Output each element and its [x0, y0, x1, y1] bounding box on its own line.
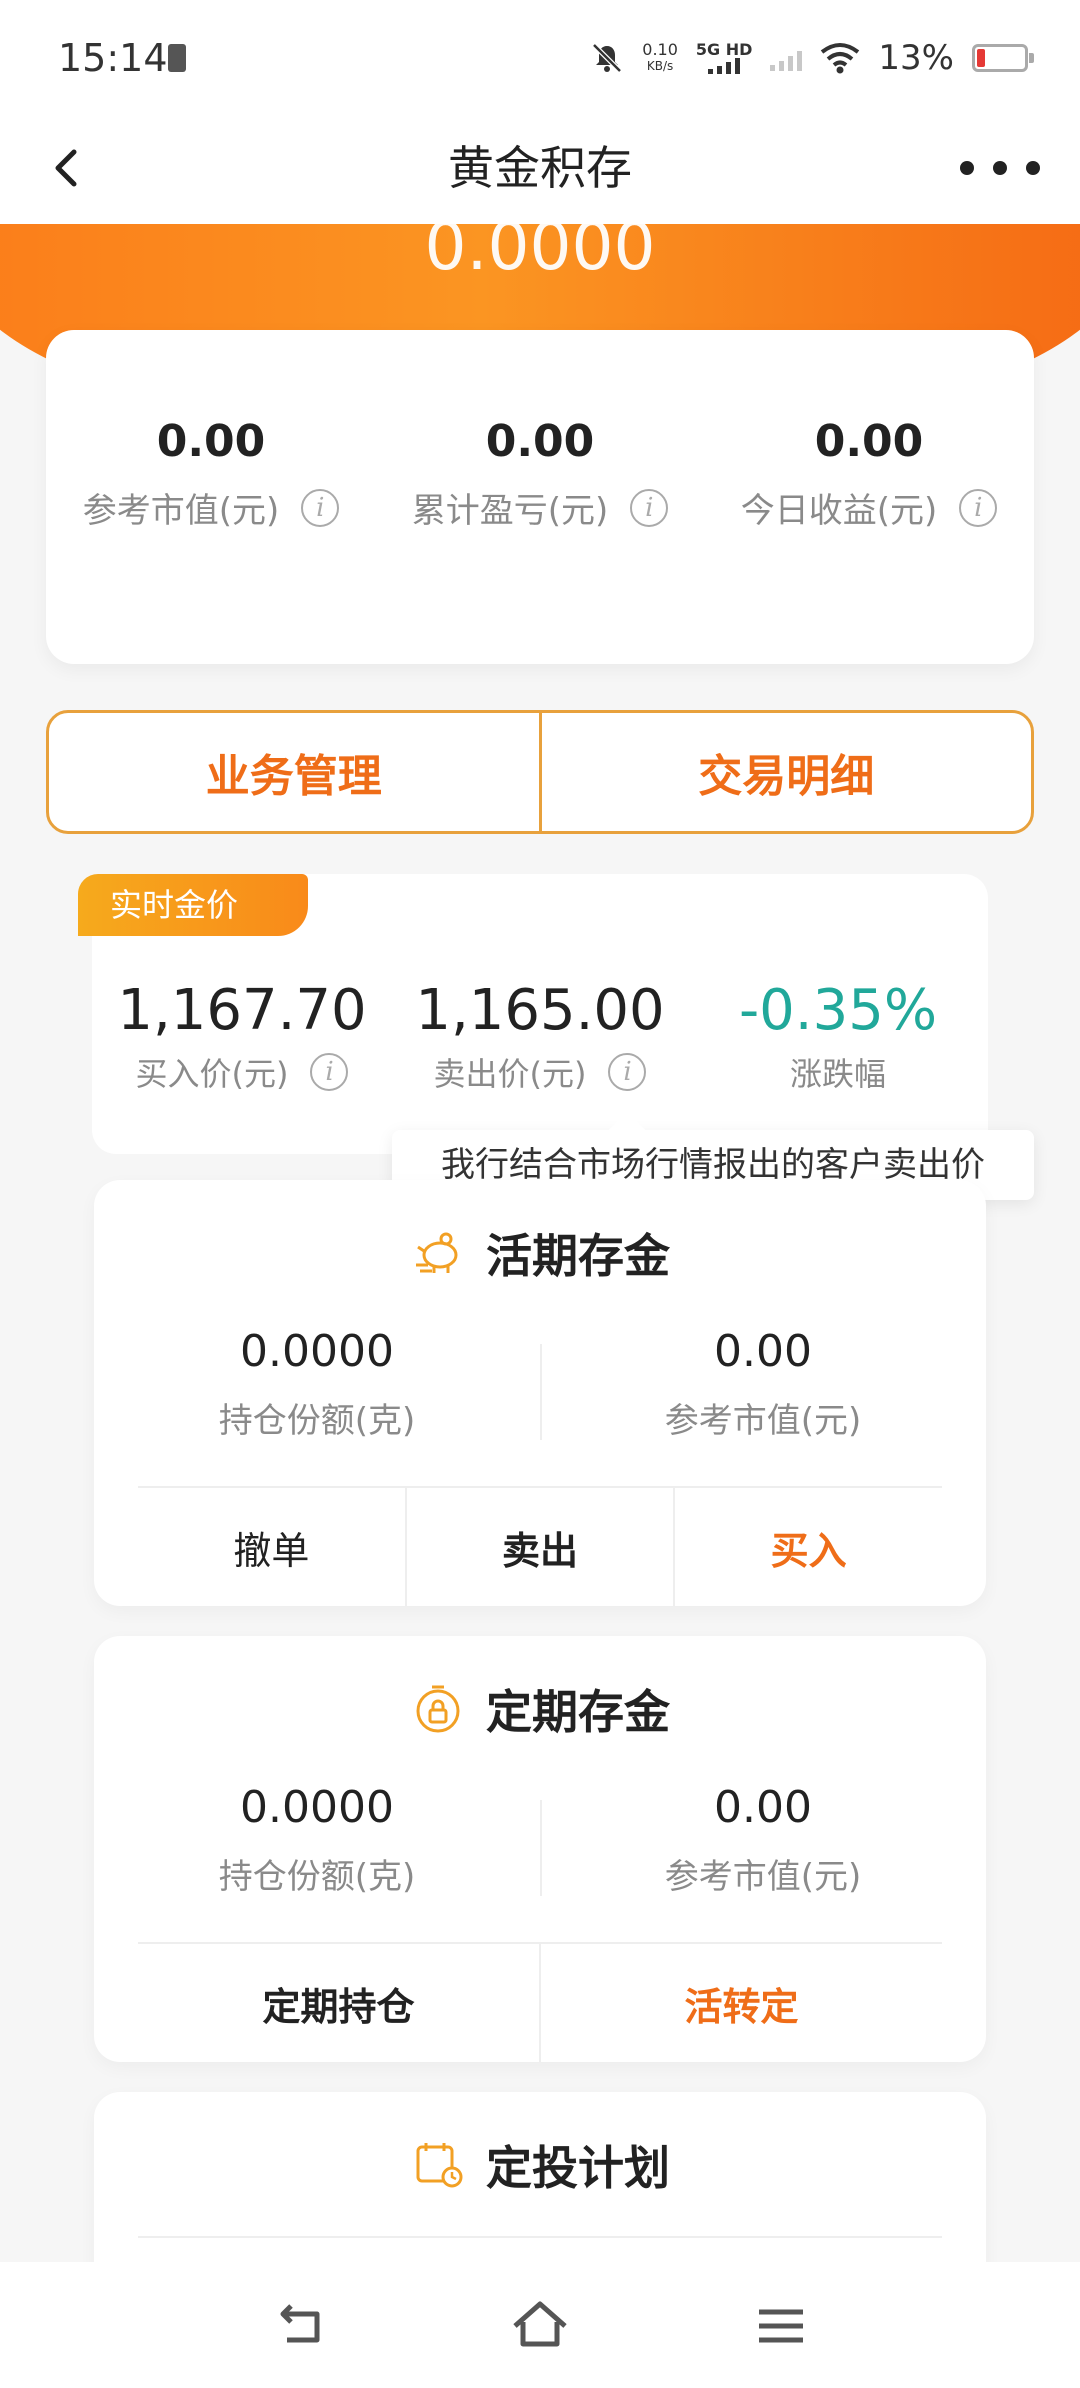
- sell-price-value: 1,165.00: [415, 978, 665, 1043]
- info-icon[interactable]: i: [959, 488, 998, 527]
- market-value: 0.00: [714, 1326, 812, 1377]
- holding-value: 0.0000: [240, 1782, 394, 1833]
- divider: [138, 2236, 942, 2238]
- market-value-label: 参考市值(元): [664, 1401, 862, 1441]
- gold-price-card: 实时金价 1,167.70 买入价(元) i 1,165.00 卖出价(元) i -…: [78, 874, 988, 1154]
- total-asset-value: 0.0000: [424, 224, 656, 285]
- status-bar: 15:14 0.10 KB/s 5G HD 13%: [0, 0, 1080, 118]
- price-change-label: 涨跌幅: [789, 1055, 886, 1093]
- back-icon[interactable]: [40, 132, 110, 202]
- mute-bell-icon: [592, 43, 623, 73]
- lock-clock-icon: [416, 1685, 460, 1733]
- market-value-label: 参考市值(元): [664, 1857, 862, 1897]
- fixed-holdings-button[interactable]: 定期持仓: [138, 1944, 539, 2062]
- status-time: 15:14: [58, 36, 168, 80]
- info-icon[interactable]: i: [630, 488, 669, 527]
- demand-holding: 0.0000 持仓份额(克): [94, 1326, 540, 1442]
- summary-value: 0.00: [156, 416, 266, 467]
- net-speed-unit: KB/s: [646, 59, 674, 73]
- buy-button[interactable]: 买入: [673, 1488, 942, 1606]
- summary-today-income: 0.00 今日收益(元) i: [704, 416, 1034, 532]
- back-nav-icon[interactable]: [265, 2290, 335, 2360]
- sell-button[interactable]: 卖出: [404, 1488, 674, 1606]
- sell-price-label: 卖出价(元): [433, 1055, 587, 1093]
- more-icon[interactable]: [960, 148, 1040, 188]
- page-title: 黄金积存: [448, 141, 632, 195]
- summary-label: 参考市值(元): [82, 491, 280, 531]
- business-buttons: 业务管理 交易明细: [46, 710, 1034, 834]
- buy-price-value: 1,167.70: [117, 978, 367, 1043]
- demand-to-fixed-button[interactable]: 活转定: [539, 1944, 942, 2062]
- info-icon[interactable]: i: [301, 488, 340, 527]
- fixed-holding: 0.0000 持仓份额(克): [94, 1782, 540, 1898]
- fixed-actions: 定期持仓 活转定: [138, 1942, 942, 2062]
- demand-gold-title: 活期存金: [486, 1229, 670, 1283]
- piggy-bank-icon: [416, 1232, 458, 1273]
- summary-value: 0.00: [814, 416, 924, 467]
- home-nav-icon[interactable]: [505, 2290, 575, 2360]
- fixed-gold-card: 定期存金 0.0000 持仓份额(克) 0.00 参考市值(元) 定期持仓 活转…: [94, 1636, 986, 2062]
- fixed-gold-title: 定期存金: [486, 1685, 670, 1739]
- investment-plan-title: 定投计划: [486, 2141, 670, 2195]
- net-speed-value: 0.10: [642, 40, 678, 59]
- battery-saver-icon: [168, 44, 186, 72]
- summary-total-profit: 0.00 累计盈亏(元) i: [375, 416, 705, 532]
- status-icons: 0.10 KB/s 5G HD 13%: [590, 30, 1034, 86]
- realtime-price-tag: 实时金价: [78, 874, 308, 936]
- buy-price: 1,167.70 买入价(元) i: [92, 978, 392, 1095]
- holding-label: 持仓份额(克): [218, 1401, 416, 1441]
- demand-market-value: 0.00 参考市值(元): [540, 1326, 986, 1442]
- holding-value: 0.0000: [240, 1326, 394, 1377]
- summary-market-value: 0.00 参考市值(元) i: [46, 416, 376, 532]
- demand-gold-card: 活期存金 0.0000 持仓份额(克) 0.00 参考市值(元) 撤单 卖出 买…: [94, 1180, 986, 1606]
- system-nav-bar: [0, 2262, 1080, 2388]
- cancel-order-button[interactable]: 撤单: [138, 1488, 405, 1606]
- signal-bars-icon: [708, 58, 741, 74]
- info-icon[interactable]: i: [310, 1053, 349, 1091]
- demand-actions: 撤单 卖出 买入: [138, 1486, 942, 1606]
- buy-price-label: 买入价(元): [135, 1055, 289, 1093]
- transaction-details-button[interactable]: 交易明细: [538, 713, 1032, 831]
- market-value: 0.00: [714, 1782, 812, 1833]
- summary-card: 0.00 参考市值(元) i 0.00 累计盈亏(元) i 0.00 今日收益(元)…: [46, 330, 1034, 664]
- wifi-icon: [821, 43, 860, 74]
- signal-bars-secondary-icon: [770, 45, 803, 71]
- nav-header: 黄金积存: [0, 118, 1080, 224]
- info-icon[interactable]: i: [608, 1053, 647, 1091]
- business-management-button[interactable]: 业务管理: [49, 713, 539, 831]
- battery-icon: [972, 44, 1034, 72]
- battery-percent: 13%: [878, 38, 954, 78]
- signal-5g: 5G HD: [695, 40, 753, 74]
- net-speed: 0.10 KB/s: [642, 41, 678, 75]
- sell-price: 1,165.00 卖出价(元) i: [390, 978, 690, 1095]
- price-change: -0.35% 涨跌幅: [688, 978, 988, 1095]
- summary-label: 今日收益(元): [740, 491, 938, 531]
- calendar-clock-icon: [416, 2143, 463, 2188]
- holding-label: 持仓份额(克): [218, 1857, 416, 1897]
- price-change-value: -0.35%: [738, 978, 938, 1043]
- network-type: 5G HD: [695, 40, 753, 59]
- fixed-market-value: 0.00 参考市值(元): [540, 1782, 986, 1898]
- menu-nav-icon[interactable]: [745, 2290, 815, 2360]
- summary-value: 0.00: [485, 416, 595, 467]
- summary-label: 累计盈亏(元): [411, 491, 609, 531]
